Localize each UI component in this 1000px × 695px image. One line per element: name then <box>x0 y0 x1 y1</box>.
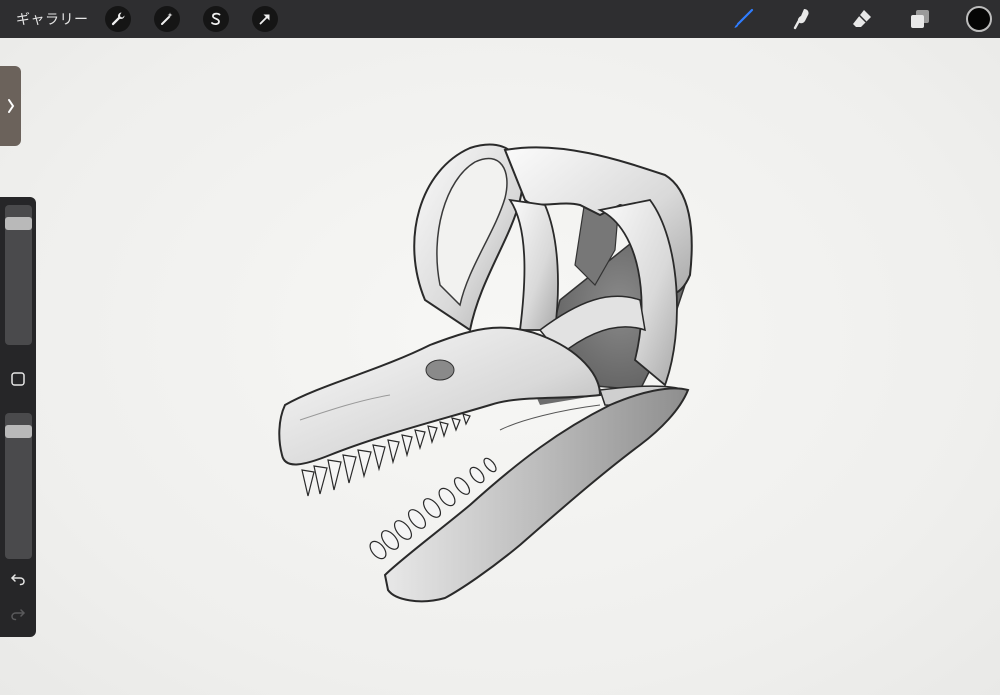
brush-tool-button[interactable] <box>729 5 757 33</box>
transform-button[interactable] <box>252 6 278 32</box>
wrench-icon <box>111 12 125 26</box>
brush-size-slider[interactable] <box>5 205 32 345</box>
redo-button[interactable] <box>8 604 28 624</box>
drawing-canvas[interactable] <box>0 38 1000 695</box>
brush-size-handle[interactable] <box>5 217 32 230</box>
redo-icon <box>11 609 26 621</box>
modify-button[interactable] <box>8 369 28 389</box>
top-toolbar: ギャラリー <box>0 0 1000 38</box>
magic-wand-icon <box>161 12 173 25</box>
undo-icon <box>10 574 25 586</box>
chevron-right-icon <box>7 99 14 113</box>
modify-square-icon <box>11 372 25 386</box>
selection-s-icon <box>211 12 221 26</box>
gallery-button[interactable]: ギャラリー <box>16 9 89 29</box>
sidebar-toggle-tab[interactable] <box>0 66 21 146</box>
selection-button[interactable] <box>203 6 229 32</box>
layers-icon <box>911 10 929 28</box>
adjustments-button[interactable] <box>154 6 180 32</box>
smudge-icon <box>793 9 809 30</box>
arrow-cursor-icon <box>259 14 270 25</box>
eraser-icon <box>853 10 871 27</box>
color-picker-swatch[interactable] <box>966 6 992 32</box>
actions-wrench-button[interactable] <box>105 6 131 32</box>
brush-icon <box>734 8 754 28</box>
layers-tool-button[interactable] <box>906 5 934 33</box>
eraser-tool-button[interactable] <box>848 5 876 33</box>
left-sidebar <box>0 197 36 637</box>
opacity-handle[interactable] <box>5 425 32 438</box>
smudge-tool-button[interactable] <box>788 5 816 33</box>
opacity-slider[interactable] <box>5 413 32 559</box>
undo-button[interactable] <box>8 569 28 589</box>
